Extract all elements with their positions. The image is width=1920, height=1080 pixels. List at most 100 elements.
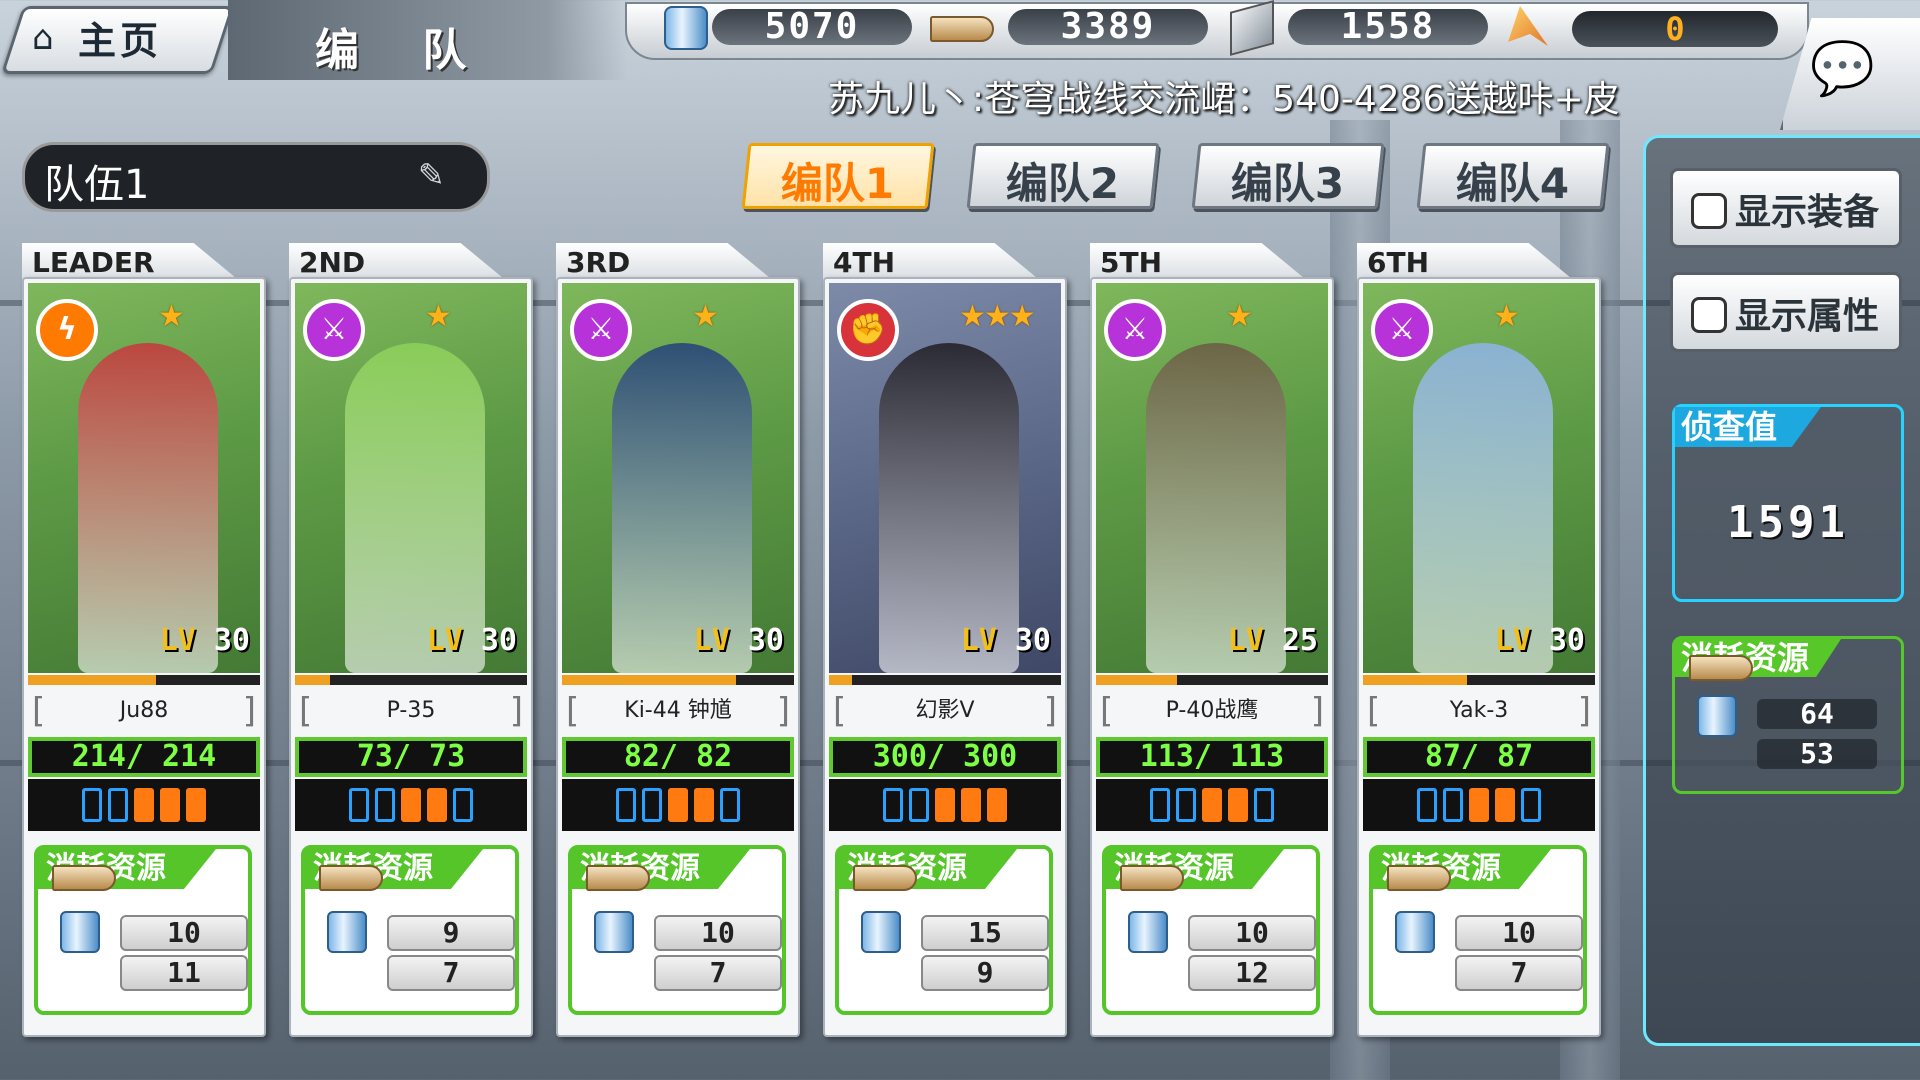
rarity-stars: ★ [1226,299,1253,334]
total-cost-box: 消耗资源 64 53 [1672,636,1904,794]
exp-fill [562,675,736,685]
level-value: 30 [213,623,250,658]
hp-display: 214/ 214 [28,737,260,777]
morale-cell [186,788,206,822]
tab-team-2[interactable]: 编队2 [966,143,1160,209]
morale-cell [1521,788,1541,822]
tab-team-1[interactable]: 编队1 [741,143,935,209]
morale-cell [935,788,955,822]
morale-cell [909,788,929,822]
tab-team-3[interactable]: 编队3 [1191,143,1385,209]
character-card[interactable]: LEADER ϟ ★ LV 30 Ju88 214/ 214 消耗资源 10 1… [22,243,266,1037]
fuel-cost: 10 [1188,915,1316,951]
edit-pencil-icon[interactable]: ✎ [418,156,445,194]
card-body[interactable]: ϟ ★ LV 30 Ju88 214/ 214 消耗资源 10 11 [22,277,266,1037]
scout-value: 1591 [1727,497,1849,548]
cost-box: 消耗资源 10 7 [568,845,786,1015]
home-button-content[interactable]: ⌂ 主页 [32,10,162,65]
ammo-cost: 7 [654,955,782,991]
morale-cell [427,788,447,822]
hp-display: 113/ 113 [1096,737,1328,777]
character-portrait[interactable]: ✊ ★★★ LV 30 [829,283,1061,673]
morale-cell [1176,788,1196,822]
character-card[interactable]: 6TH ⚔ ★ LV 30 Yak-3 87/ 87 消耗资源 10 7 [1357,243,1601,1037]
morale-cell [694,788,714,822]
cost-box: 消耗资源 15 9 [835,845,1053,1015]
level-prefix: LV [960,623,1015,658]
character-portrait[interactable]: ⚔ ★ LV 30 [1363,283,1595,673]
checkbox[interactable] [1691,297,1727,333]
home-icon: ⌂ [32,17,54,58]
total-ammo-value: 53 [1757,739,1877,769]
show-attributes-toggle[interactable]: 显示属性 [1670,272,1902,352]
ammo-icon [853,865,917,891]
level-display: LV 30 [1495,623,1585,658]
tab-team-4[interactable]: 编队4 [1416,143,1610,209]
fuel-counter: 5070 [712,9,912,45]
exp-fill [28,675,156,685]
bauxite-counter: 0 [1572,11,1778,47]
page-title: 编 队 [315,25,491,76]
checkbox[interactable] [1691,193,1727,229]
card-body[interactable]: ⚔ ★ LV 30 Ki-44 钟馗 82/ 82 消耗资源 10 7 [556,277,800,1037]
fuel-cost: 10 [1455,915,1583,951]
rarity-stars: ★ [692,299,719,334]
home-label: 主页 [78,19,163,63]
fuel-cost: 15 [921,915,1049,951]
character-portrait[interactable]: ϟ ★ LV 30 [28,283,260,673]
character-card[interactable]: 5TH ⚔ ★ LV 25 P-40战鹰 113/ 113 消耗资源 10 12 [1090,243,1334,1037]
exp-fill [295,675,330,685]
level-display: LV 30 [961,623,1051,658]
crossed-swords-icon: ⚔ [570,299,632,361]
chat-bubble-icon[interactable]: 💬 [1810,38,1875,99]
card-body[interactable]: ⚔ ★ LV 30 P-35 73/ 73 消耗资源 9 7 [289,277,533,1037]
character-card[interactable]: 4TH ✊ ★★★ LV 30 幻影V 300/ 300 消耗资源 15 9 [823,243,1067,1037]
card-body[interactable]: ⚔ ★ LV 25 P-40战鹰 113/ 113 消耗资源 10 12 [1090,277,1334,1037]
cost-box: 消耗资源 10 7 [1369,845,1587,1015]
toggle-label: 显示装备 [1735,192,1880,233]
level-prefix: LV [426,623,481,658]
character-name: Yak-3 [1363,691,1595,731]
rarity-stars: ★ [425,299,452,334]
character-portrait[interactable]: ⚔ ★ LV 25 [1096,283,1328,673]
character-portrait[interactable]: ⚔ ★ LV 30 [295,283,527,673]
fuel-cost: 9 [387,915,515,951]
fuel-icon [861,911,901,953]
character-card[interactable]: 2ND ⚔ ★ LV 30 P-35 73/ 73 消耗资源 9 7 [289,243,533,1037]
level-prefix: LV [693,623,748,658]
ammo-counter: 3389 [1008,9,1208,45]
hp-display: 300/ 300 [829,737,1061,777]
level-value: 25 [1281,623,1318,658]
level-prefix: LV [159,623,214,658]
exp-bar [829,675,1061,685]
fuel-cost: 10 [120,915,248,951]
rarity-stars: ★ [1493,299,1520,334]
announcement-ticker: 苏九儿丶:苍穹战线交流峮：540-4286送越咔+皮 [828,79,1620,120]
level-value: 30 [1014,623,1051,658]
card-body[interactable]: ✊ ★★★ LV 30 幻影V 300/ 300 消耗资源 15 9 [823,277,1067,1037]
fuel-icon [60,911,100,953]
morale-cell [453,788,473,822]
scout-title: 侦查值 [1675,407,1821,447]
morale-cell [720,788,740,822]
crossed-swords-icon: ⚔ [1104,299,1166,361]
show-equipment-toggle[interactable]: 显示装备 [1670,168,1902,248]
morale-cell [1202,788,1222,822]
morale-cell [108,788,128,822]
morale-cell [1417,788,1437,822]
card-body[interactable]: ⚔ ★ LV 30 Yak-3 87/ 87 消耗资源 10 7 [1357,277,1601,1037]
hp-display: 87/ 87 [1363,737,1595,777]
morale-bar [295,779,527,831]
fuel-icon [664,6,708,50]
fuel-icon [1395,911,1435,953]
character-card[interactable]: 3RD ⚔ ★ LV 30 Ki-44 钟馗 82/ 82 消耗资源 10 7 [556,243,800,1037]
character-portrait[interactable]: ⚔ ★ LV 30 [562,283,794,673]
exp-bar [1363,675,1595,685]
rarity-stars: ★ [158,299,185,334]
morale-cell [1228,788,1248,822]
morale-cell [1254,788,1274,822]
morale-cell [961,788,981,822]
level-prefix: LV [1494,623,1549,658]
level-display: LV 25 [1228,623,1318,658]
ammo-cost: 12 [1188,955,1316,991]
